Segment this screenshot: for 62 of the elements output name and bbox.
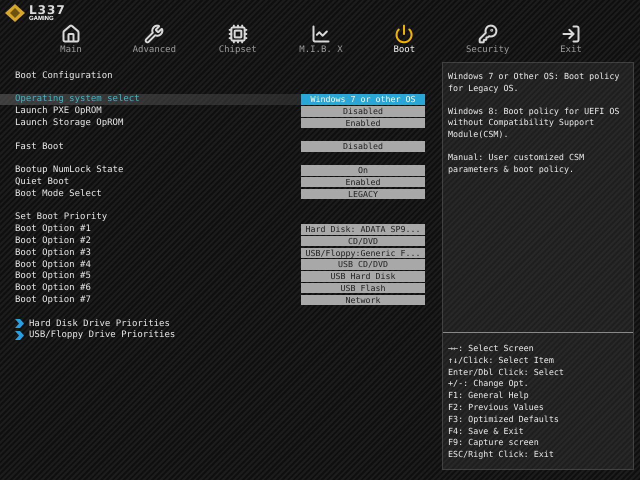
setting-value[interactable]: LEGACY (301, 188, 425, 200)
chip-icon (228, 24, 248, 44)
key-hint: F3: Optimized Defaults (448, 414, 560, 426)
setting-value[interactable]: USB/Floppy:Generic F... (301, 248, 425, 258)
setting-value[interactable]: Hard Disk: ADATA SP9... (301, 224, 425, 234)
setting-label: Operating system select (15, 94, 140, 104)
key-hint: Enter/Dbl Click: Select (448, 366, 565, 378)
setting-label: Boot Option #7 (15, 295, 91, 306)
setting-label: Boot Option #1 (15, 224, 91, 234)
menu-tab[interactable]: Chipset (206, 24, 269, 55)
setting-label: Launch Storage OpROM (15, 118, 124, 128)
key-hint: ESC/Right Click: Exit (448, 449, 555, 461)
chart-icon (310, 24, 331, 44)
setting-label: Boot Option #5 (15, 271, 91, 282)
setting-label: Boot Option #4 (15, 260, 91, 270)
menu-tab[interactable]: Exit (540, 24, 602, 55)
setting-label: Fast Boot (15, 142, 64, 152)
setting-label: Boot Option #6 (15, 283, 91, 294)
logo-icon (4, 3, 26, 23)
key-hint: ↑↓/Click: Select Item (448, 354, 555, 367)
help-text: Windows 7 or Other OS: Boot policy for Legacy OS. (448, 71, 620, 95)
setting-value[interactable]: Enabled (301, 118, 425, 128)
setting-value[interactable]: Network (301, 294, 425, 306)
setting-label: Boot Option #2 (15, 236, 91, 246)
submenu-link[interactable]: USB/Floppy Drive Priorities (29, 330, 176, 340)
chevron-icon (15, 330, 25, 340)
menu-tab[interactable]: M.I.B. X (290, 24, 352, 55)
key-hint: F2: Previous Values (448, 402, 545, 414)
menu-tab[interactable]: Main (40, 24, 102, 55)
help-text: Manual: User customized CSM parameters & boot policy. (448, 152, 586, 176)
logo-text: L337 (29, 4, 66, 16)
section-heading: Boot Configuration (15, 70, 113, 81)
setting-label: Bootup NumLock State (15, 165, 124, 176)
section-heading: Set Boot Priority (15, 212, 108, 222)
door-icon (560, 24, 581, 44)
key-hint: F4: Save & Exit (448, 426, 525, 438)
setting-label: Launch PXE OpROM (15, 106, 102, 116)
wrench-icon (144, 24, 164, 44)
setting-value[interactable]: Disabled (301, 106, 425, 117)
setting-value[interactable]: Enabled (301, 176, 425, 188)
setting-value[interactable]: USB Flash (301, 282, 425, 294)
power-icon (394, 24, 414, 44)
setting-label: Quiet Boot (15, 177, 70, 188)
menu-tab[interactable]: Advanced (123, 24, 186, 55)
submenu-link[interactable]: Hard Disk Drive Priorities (29, 318, 170, 329)
chevron-icon (15, 319, 25, 328)
key-hint: +/-: Change Opt. (448, 378, 530, 390)
setting-value[interactable]: On (301, 165, 425, 176)
setting-value[interactable]: CD/DVD (301, 236, 425, 246)
menu-tab[interactable]: Security (456, 24, 519, 55)
setting-value[interactable]: Disabled (301, 141, 425, 152)
setting-value[interactable]: USB CD/DVD (301, 259, 425, 270)
key-hint: F9: Capture screen (448, 437, 540, 450)
house-icon (61, 24, 81, 44)
key-hint: F1: General Help (448, 390, 530, 402)
setting-value[interactable]: USB Hard Disk (301, 271, 425, 282)
menu-tab[interactable]: Boot (373, 24, 436, 55)
key-hint: →←: Select Screen (448, 343, 535, 355)
setting-label: Boot Option #3 (15, 248, 91, 258)
setting-label: Boot Mode Select (15, 188, 102, 199)
help-text: Windows 8: Boot policy for UEFI OS without Compatibility Support Module(CSM). (448, 106, 620, 141)
key-icon (478, 24, 498, 44)
